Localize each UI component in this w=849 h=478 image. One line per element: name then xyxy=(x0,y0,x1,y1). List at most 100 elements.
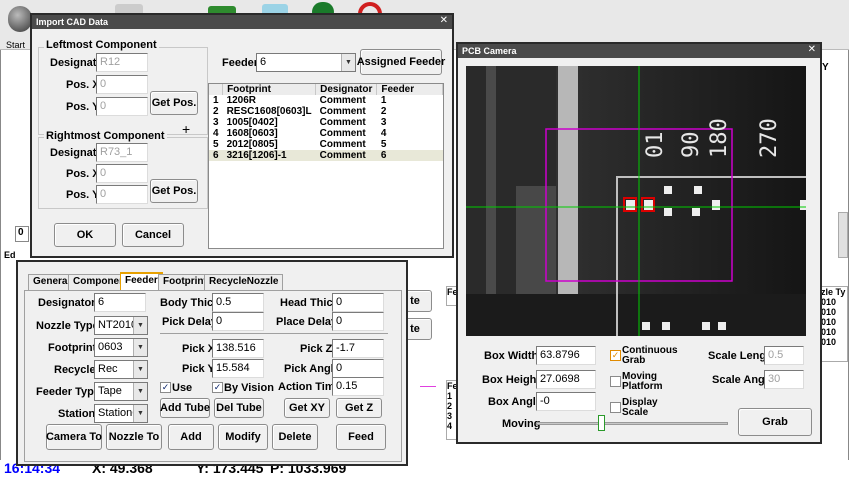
close-icon[interactable]: ✕ xyxy=(440,15,448,27)
assigned-feeder-button[interactable]: Assigned Feeder xyxy=(357,49,445,75)
nozzle-to-button[interactable]: Nozzle To xyxy=(106,424,162,450)
table-row[interactable]: 1 1206R Comment 1 xyxy=(209,95,443,106)
footprint-combo[interactable]: 0603 ▼ xyxy=(94,338,148,357)
moving-slider-thumb[interactable] xyxy=(598,415,605,431)
camera-to-button[interactable]: Camera To xyxy=(46,424,102,450)
moving-slider-track[interactable] xyxy=(536,422,728,425)
row-designator: Comment xyxy=(319,106,366,117)
table-header-designator[interactable]: Designator xyxy=(315,84,378,95)
modify-button[interactable]: Modify xyxy=(218,424,268,450)
place-delay-field[interactable]: 0 xyxy=(332,312,384,331)
row-designator: Comment xyxy=(319,128,366,139)
box-angle-field[interactable]: -0 xyxy=(536,392,596,411)
scale-angle-field[interactable]: 30 xyxy=(764,370,804,389)
designator-field[interactable]: 6 xyxy=(94,293,146,312)
tab-feeder[interactable]: Feeder xyxy=(120,272,163,290)
chevron-down-icon[interactable]: ▼ xyxy=(133,361,147,378)
action-time-field[interactable]: 0.15 xyxy=(332,377,384,396)
rightmost-posy-field[interactable]: 0 xyxy=(96,185,148,204)
box-height-label: Box Height: xyxy=(482,374,544,386)
feeder-tabs: General Component Feeder Footprint Recyc… xyxy=(28,272,398,290)
pcb-camera-titlebar[interactable]: PCB Camera ✕ xyxy=(458,44,820,58)
row-designator: Comment xyxy=(319,150,366,161)
row-index: 4 xyxy=(213,128,219,139)
leftmost-designator-field[interactable]: R12 xyxy=(96,53,148,72)
footprint-value: 0603 xyxy=(98,341,123,353)
leftmost-getpos-button[interactable]: Get Pos. xyxy=(150,91,198,115)
nozzle-type-label: Nozzle Type: xyxy=(36,320,103,332)
row-index: 1 xyxy=(213,95,219,106)
table-row[interactable]: 2 RESC1608[0603]L Comment 2 xyxy=(209,106,443,117)
get-xy-button[interactable]: Get XY xyxy=(284,398,330,418)
get-z-button[interactable]: Get Z xyxy=(336,398,382,418)
right-scrollbar[interactable] xyxy=(838,212,848,258)
pick-delay-field[interactable]: 0 xyxy=(212,312,264,331)
table-header-footprint[interactable]: Footprint xyxy=(222,84,317,95)
continuous-grab-checkbox[interactable]: ✓ xyxy=(610,350,621,361)
recycle-label: Recycle: xyxy=(54,364,100,376)
head-thick-field[interactable]: 0 xyxy=(332,293,384,312)
pick-z-field[interactable]: -1.7 xyxy=(332,339,384,358)
recycle-value: Rec xyxy=(98,363,118,375)
box-width-field[interactable]: 63.8796 xyxy=(536,346,596,365)
table-row[interactable]: 6 3216[1206]-1 Comment 6 xyxy=(209,150,443,161)
rightmost-designator-field[interactable]: R73_1 xyxy=(96,143,148,162)
rightmost-getpos-button[interactable]: Get Pos. xyxy=(150,179,198,203)
feeder-type-combo[interactable]: Tape ▼ xyxy=(94,382,148,401)
delete-button[interactable]: Delete xyxy=(272,424,318,450)
grab-button[interactable]: Grab xyxy=(738,408,812,436)
leftmost-posy-field[interactable]: 0 xyxy=(96,97,148,116)
table-header-feeder[interactable]: Feeder xyxy=(376,84,443,95)
camera-image: 01 90 180 270 xyxy=(466,66,806,336)
pick-x-field[interactable]: 138.516 xyxy=(212,339,264,358)
table-row[interactable]: 5 2012[0805] Comment 5 xyxy=(209,139,443,150)
row-feeder: 4 xyxy=(380,128,387,139)
camera-view[interactable]: 01 90 180 270 xyxy=(466,66,806,336)
continuous-grab-label: Continuous Grab xyxy=(622,345,678,366)
feed-button[interactable]: Feed xyxy=(336,424,386,450)
body-thick-field[interactable]: 0.5 xyxy=(212,293,264,312)
scale-length-field[interactable]: 0.5 xyxy=(764,346,804,365)
box-height-field[interactable]: 27.0698 xyxy=(536,370,596,389)
footprint-table[interactable]: Footprint Designator Feeder 1 1206R Commen… xyxy=(208,83,444,249)
import-cad-titlebar[interactable]: Import CAD Data ✕ xyxy=(32,15,452,29)
add-button[interactable]: Add xyxy=(168,424,214,450)
station-combo[interactable]: Station6 ▼ xyxy=(94,404,148,423)
chevron-down-icon[interactable]: ▼ xyxy=(133,405,147,422)
table-row[interactable]: 4 1608[0603] Comment 4 xyxy=(209,128,443,139)
add-tube-button[interactable]: Add Tube xyxy=(160,398,210,418)
row-feeder: 6 xyxy=(380,150,387,161)
rightmost-posx-field[interactable]: 0 xyxy=(96,164,148,183)
moving-platform-checkbox[interactable] xyxy=(610,376,621,387)
chevron-down-icon[interactable]: ▼ xyxy=(341,54,355,71)
feeder-combo[interactable]: 6 ▼ xyxy=(256,53,356,72)
chevron-down-icon[interactable]: ▼ xyxy=(133,383,147,400)
pick-z-label: Pick Z: xyxy=(300,343,337,355)
designator-label: Designator: xyxy=(38,297,100,309)
chevron-down-icon[interactable]: ▼ xyxy=(133,317,147,334)
cancel-button[interactable]: Cancel xyxy=(122,223,184,247)
use-checkbox[interactable]: ✓ xyxy=(160,382,171,393)
start-icon[interactable] xyxy=(8,6,32,32)
right-col-y-label: Y xyxy=(822,62,829,73)
ok-button[interactable]: OK xyxy=(54,223,116,247)
table-row[interactable]: 3 1005[0402] Comment 3 xyxy=(209,117,443,128)
separator-line xyxy=(160,333,388,334)
leftmost-group-title: Leftmost Component xyxy=(44,39,159,51)
del-tube-button[interactable]: Del Tube xyxy=(214,398,264,418)
pick-y-field[interactable]: 15.584 xyxy=(212,359,264,378)
row-index: 6 xyxy=(213,150,219,161)
close-icon[interactable]: ✕ xyxy=(808,44,816,56)
silkscreen-text: 90 xyxy=(679,132,704,159)
pick-angle-field[interactable]: 0 xyxy=(332,359,384,378)
by-vision-checkbox[interactable]: ✓ xyxy=(212,382,223,393)
tab-recyclenozzle[interactable]: RecycleNozzle xyxy=(204,274,284,290)
leftmost-posx-field[interactable]: 0 xyxy=(96,75,148,94)
recycle-combo[interactable]: Rec ▼ xyxy=(94,360,148,379)
row-footprint: 1608[0603] xyxy=(226,128,278,139)
nozzle-type-combo[interactable]: NT2010 ▼ xyxy=(94,316,148,335)
chevron-down-icon[interactable]: ▼ xyxy=(133,339,147,356)
row-designator: Comment xyxy=(319,139,366,150)
display-scale-checkbox[interactable] xyxy=(610,402,621,413)
table-header-index xyxy=(209,84,224,95)
